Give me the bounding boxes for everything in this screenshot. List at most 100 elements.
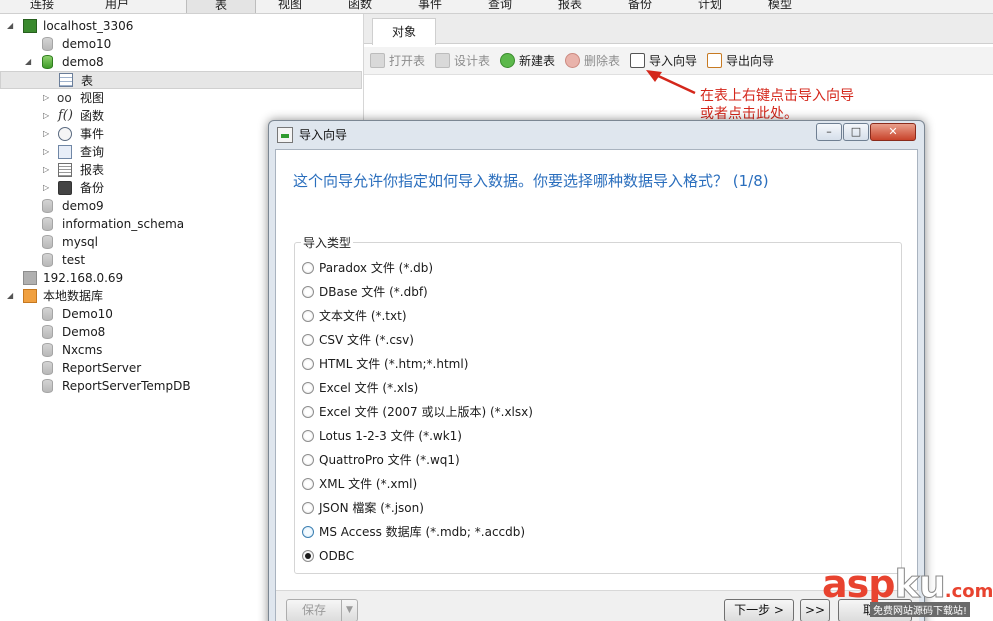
option-text[interactable]: 文本文件 (*.txt) xyxy=(302,307,407,325)
option-dbase[interactable]: DBase 文件 (*.dbf) xyxy=(302,283,428,301)
radio-button[interactable] xyxy=(302,286,314,298)
query-icon xyxy=(58,145,72,159)
tree-tables[interactable]: 表 xyxy=(0,71,362,89)
tree-label: Demo8 xyxy=(62,325,106,339)
option-paradox[interactable]: Paradox 文件 (*.db) xyxy=(302,259,433,277)
toolbar-backup[interactable]: 备份 xyxy=(628,0,652,12)
close-button[interactable]: ✕ xyxy=(870,123,916,141)
option-label: Paradox 文件 (*.db) xyxy=(319,261,434,275)
radio-button[interactable] xyxy=(302,334,314,346)
toolbar-connection[interactable]: 连接 xyxy=(30,0,54,12)
option-label: MS Access 数据库 (*.mdb; *.accdb) xyxy=(319,525,526,539)
new-table-label: 新建表 xyxy=(519,54,556,68)
design-table-button[interactable]: 设计表 xyxy=(434,52,490,70)
radio-button[interactable] xyxy=(302,262,314,274)
radio-button[interactable] xyxy=(302,382,314,394)
option-lotus[interactable]: Lotus 1-2-3 文件 (*.wk1) xyxy=(302,427,462,445)
collapsed-arrow-icon[interactable]: ▷ xyxy=(43,94,51,102)
toolbar-user[interactable]: 用户 xyxy=(105,0,129,12)
radio-button[interactable] xyxy=(302,526,314,538)
option-odbc[interactable]: ODBC xyxy=(302,547,354,565)
option-ms-access[interactable]: MS Access 数据库 (*.mdb; *.accdb) xyxy=(302,523,525,541)
annotation-arrow xyxy=(646,70,696,95)
open-table-icon xyxy=(370,53,385,68)
next-button[interactable]: 下一步 > xyxy=(724,599,794,621)
option-xml[interactable]: XML 文件 (*.xml) xyxy=(302,475,417,493)
option-label: HTML 文件 (*.htm;*.html) xyxy=(319,357,469,371)
minimize-button[interactable]: – xyxy=(816,123,842,141)
option-html[interactable]: HTML 文件 (*.htm;*.html) xyxy=(302,355,468,373)
export-wizard-icon xyxy=(707,53,722,68)
option-label: Excel 文件 (2007 或以上版本) (*.xlsx) xyxy=(319,405,533,419)
collapsed-arrow-icon[interactable]: ▷ xyxy=(43,166,51,174)
option-csv[interactable]: CSV 文件 (*.csv) xyxy=(302,331,414,349)
tree-label: Nxcms xyxy=(62,343,103,357)
tree-label: information_schema xyxy=(62,217,185,231)
tree-label: ReportServer xyxy=(62,361,142,375)
tree-label: demo10 xyxy=(62,37,112,51)
toolbar-function[interactable]: 函数 xyxy=(348,0,372,12)
dialog-heading: 这个向导允许你指定如何导入数据。你要选择哪种数据导入格式？ (1/8) xyxy=(293,172,769,190)
radio-button[interactable] xyxy=(302,502,314,514)
toolbar-model[interactable]: 模型 xyxy=(768,0,792,12)
option-label: QuattroPro 文件 (*.wq1) xyxy=(319,453,460,467)
tree-label: ReportServerTempDB xyxy=(62,379,191,393)
option-excel-xlsx[interactable]: Excel 文件 (2007 或以上版本) (*.xlsx) xyxy=(302,403,533,421)
tree-label: demo9 xyxy=(62,199,104,213)
database-icon xyxy=(42,307,53,321)
radio-button[interactable] xyxy=(302,310,314,322)
radio-button[interactable] xyxy=(302,478,314,490)
expanded-arrow-icon[interactable]: ◢ xyxy=(7,292,15,300)
expanded-arrow-icon[interactable]: ◢ xyxy=(7,22,15,30)
delete-table-button[interactable]: 删除表 xyxy=(564,52,620,70)
option-json[interactable]: JSON 檔案 (*.json) xyxy=(302,499,424,517)
import-wizard-icon xyxy=(630,53,645,68)
new-table-button[interactable]: 新建表 xyxy=(499,52,555,70)
tree-label: 视图 xyxy=(80,91,105,105)
view-icon: oo xyxy=(57,91,72,105)
connection-icon xyxy=(23,271,37,285)
tree-label: localhost_3306 xyxy=(43,19,134,33)
radio-button[interactable] xyxy=(302,358,314,370)
tree-label: 表 xyxy=(81,74,94,88)
collapsed-arrow-icon[interactable]: ▷ xyxy=(43,112,51,120)
tree-label: mysql xyxy=(62,235,98,249)
import-type-group: 导入类型 Paradox 文件 (*.db) DBase 文件 (*.dbf) … xyxy=(294,234,902,574)
tree-connection-localhost[interactable]: ◢ localhost_3306 xyxy=(0,17,360,35)
option-quattropro[interactable]: QuattroPro 文件 (*.wq1) xyxy=(302,451,460,469)
export-wizard-button[interactable]: 导出向导 xyxy=(706,52,774,70)
database-icon xyxy=(42,217,53,231)
tab-objects[interactable]: 对象 xyxy=(372,18,436,45)
toolbar-query[interactable]: 查询 xyxy=(488,0,512,12)
radio-button[interactable] xyxy=(302,406,314,418)
radio-button[interactable] xyxy=(302,430,314,442)
dialog-titlebar[interactable]: 导入向导 – □ ✕ xyxy=(269,121,924,147)
toolbar-table[interactable]: 表 xyxy=(186,0,256,13)
chevron-down-icon[interactable]: ▼ xyxy=(341,600,357,621)
toolbar-schedule[interactable]: 计划 xyxy=(698,0,722,12)
save-button[interactable]: 保存 ▼ xyxy=(286,599,358,621)
toolbar-event[interactable]: 事件 xyxy=(418,0,442,12)
option-excel-xls[interactable]: Excel 文件 (*.xls) xyxy=(302,379,418,397)
tree-label: 报表 xyxy=(80,163,105,177)
option-label: Excel 文件 (*.xls) xyxy=(319,381,419,395)
option-label: XML 文件 (*.xml) xyxy=(319,477,418,491)
database-icon xyxy=(42,379,53,393)
toolbar-view[interactable]: 视图 xyxy=(278,0,302,12)
maximize-button[interactable]: □ xyxy=(843,123,869,141)
radio-button-selected[interactable] xyxy=(302,550,314,562)
radio-button[interactable] xyxy=(302,454,314,466)
save-label: 保存 xyxy=(301,603,326,617)
collapsed-arrow-icon[interactable]: ▷ xyxy=(43,130,51,138)
tree-db-demo8[interactable]: ◢ demo8 xyxy=(0,53,360,71)
tree-db-demo10[interactable]: demo10 xyxy=(0,35,360,53)
table-icon xyxy=(59,73,73,87)
open-table-button[interactable]: 打开表 xyxy=(369,52,425,70)
database-icon xyxy=(42,325,53,339)
collapsed-arrow-icon[interactable]: ▷ xyxy=(43,184,51,192)
toolbar-report[interactable]: 报表 xyxy=(558,0,582,12)
tree-views[interactable]: ▷ oo 视图 xyxy=(0,89,360,107)
expanded-arrow-icon[interactable]: ◢ xyxy=(25,58,33,66)
collapsed-arrow-icon[interactable]: ▷ xyxy=(43,148,51,156)
tree-label: 本地数据库 xyxy=(43,289,104,303)
